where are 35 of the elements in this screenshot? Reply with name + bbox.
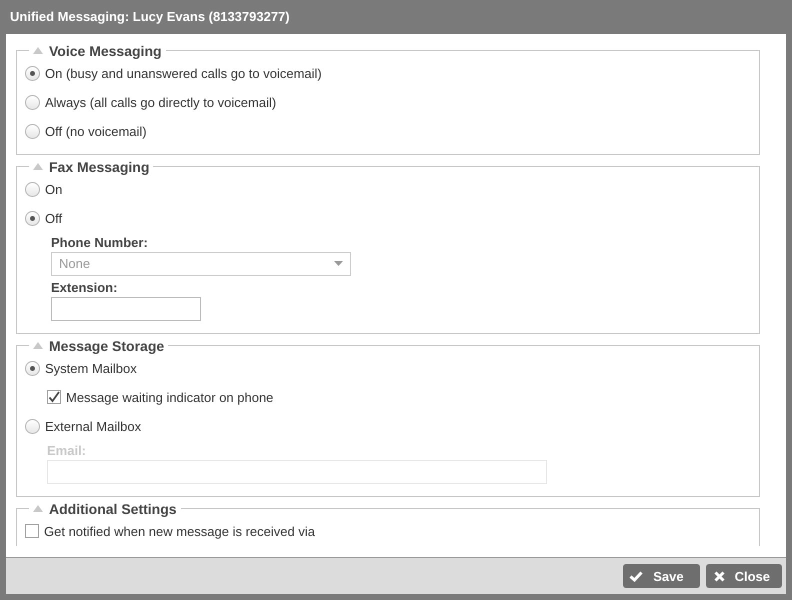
checkbox[interactable] — [25, 524, 39, 538]
checkbox[interactable] — [47, 390, 61, 404]
option-label: On — [45, 182, 62, 197]
radio-button[interactable] — [25, 182, 40, 197]
checkmark-icon — [629, 570, 644, 582]
radio-button[interactable] — [25, 94, 40, 110]
radio-button[interactable] — [25, 360, 40, 376]
option-label: Off (no voicemail) — [45, 124, 147, 139]
section-title: Voice Messaging — [49, 42, 162, 59]
field-label: Phone Number: — [51, 234, 149, 250]
collapse-triangle-icon[interactable] — [33, 47, 43, 54]
input-field[interactable] — [51, 296, 201, 321]
close-button[interactable]: Close — [706, 564, 782, 588]
window-title: Unified Messaging: Lucy Evans (8133793277) — [10, 9, 290, 24]
collapse-triangle-icon[interactable] — [33, 163, 43, 170]
option-label: System Mailbox — [45, 360, 137, 376]
option-label: Message waiting indicator on phone — [66, 390, 274, 405]
collapse-triangle-icon[interactable] — [33, 342, 43, 350]
collapse-triangle-icon[interactable] — [33, 505, 43, 512]
radio-button[interactable] — [25, 418, 40, 434]
section-title: Message Storage — [49, 338, 164, 354]
option-label: Get notified when new message is received via — [44, 524, 315, 539]
option-label: Off — [45, 210, 62, 226]
save-button[interactable]: Save — [623, 564, 700, 588]
caret-icon — [334, 261, 343, 266]
section-title: Fax Messaging — [49, 158, 150, 175]
close-icon — [714, 570, 725, 582]
radio-button[interactable] — [25, 210, 40, 226]
option-label: Always (all calls go directly to voicemail) — [45, 94, 276, 110]
radio-button[interactable] — [25, 66, 40, 81]
option-label: External Mailbox — [45, 418, 142, 434]
option-label: On (busy and unanswered calls go to voicemail) — [45, 66, 322, 81]
field-label: Extension: — [51, 280, 118, 295]
radio-button[interactable] — [25, 124, 40, 139]
section-title: Additional Settings — [49, 500, 177, 517]
